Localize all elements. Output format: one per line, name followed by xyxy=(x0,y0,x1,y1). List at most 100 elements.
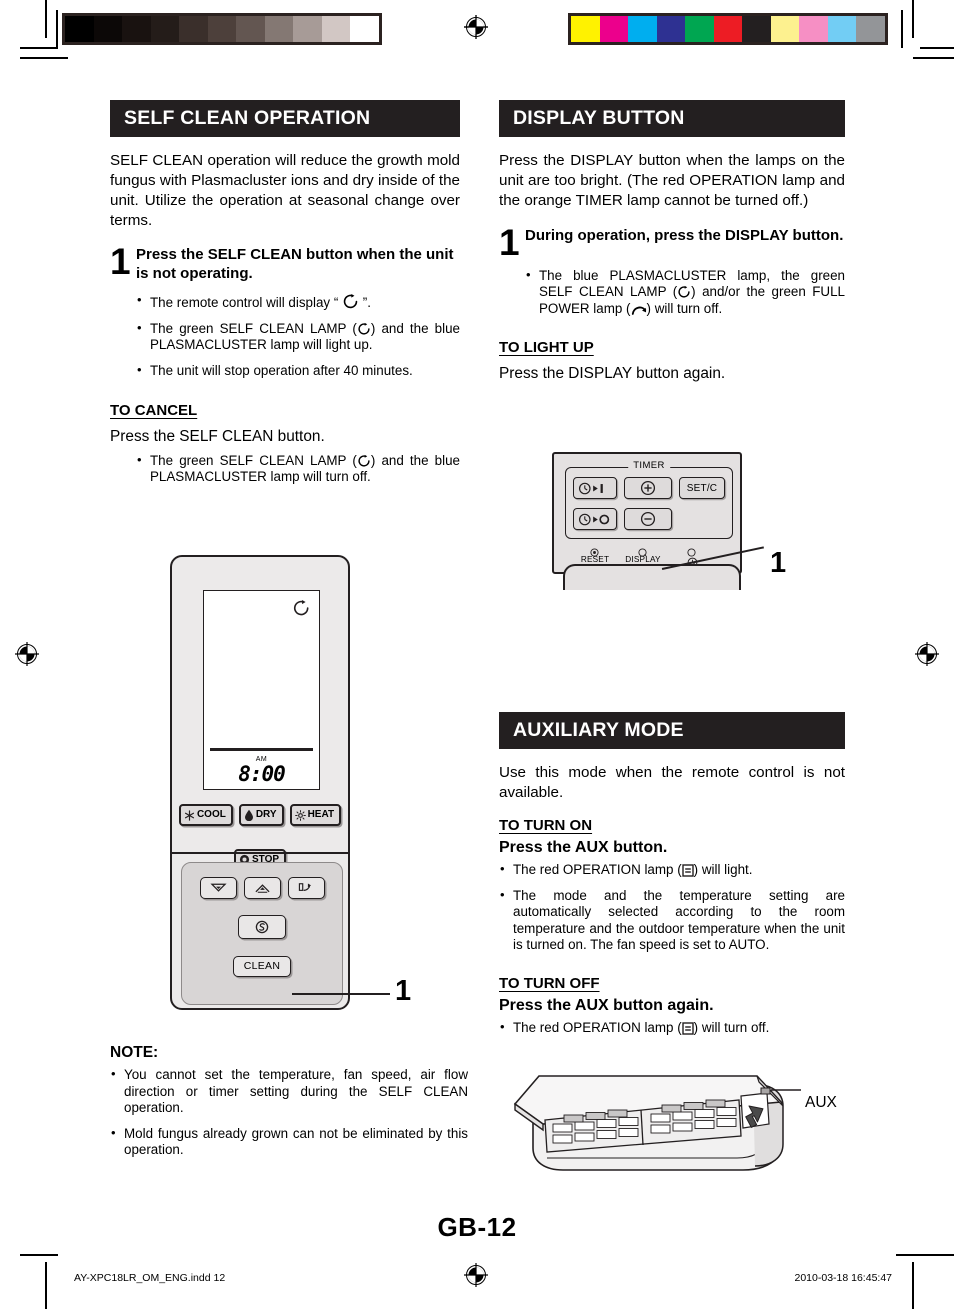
dry-button[interactable]: DRY xyxy=(238,804,284,826)
cool-button[interactable]: COOL xyxy=(178,804,233,826)
registration-mark-bottom xyxy=(463,1262,489,1288)
gray-swatch-2 xyxy=(122,16,151,42)
registration-mark-left xyxy=(14,641,40,667)
right-column-display-section: DISPLAY BUTTON Press the DISPLAY button … xyxy=(499,100,845,384)
self-clean-bullet-list: The remote control will display “ ”. The… xyxy=(136,292,460,380)
clean-button-label: CLEAN xyxy=(243,960,281,972)
bullet-green-lamp-light: The green SELF CLEAN LAMP () and the blu… xyxy=(136,320,460,354)
timer-on-icon xyxy=(578,482,603,494)
horizontal-swing-icon xyxy=(254,884,270,893)
bullet-stop-after-40-min: The unit will stop operation after 40 mi… xyxy=(136,362,460,380)
set-cancel-button[interactable]: SET/C xyxy=(679,477,725,499)
bullet-green-lamp-off: The green SELF CLEAN LAMP () and the blu… xyxy=(136,452,460,486)
airflow-arrow-icon xyxy=(298,883,311,891)
registration-mark-top xyxy=(463,14,489,40)
self-clean-refresh-icon xyxy=(357,454,371,468)
dry-button-label: DRY xyxy=(255,809,277,820)
gray-swatch-10 xyxy=(350,16,380,42)
note-item: You cannot set the temperature, fan spee… xyxy=(110,1066,468,1117)
heat-button-label: HEAT xyxy=(307,809,335,820)
crop-mark-bottom-right-vertical xyxy=(912,1262,914,1309)
auxiliary-intro-paragraph: Use this mode when the remote control is… xyxy=(499,764,845,802)
footer-file-info: AY-XPC18LR_OM_ENG.indd 12 xyxy=(74,1272,226,1284)
lcd-clock-value: 8:00 xyxy=(238,762,286,786)
operation-lamp-icon xyxy=(681,1022,694,1035)
timer-decrease-button[interactable] xyxy=(624,508,672,530)
plasmacluster-button[interactable] xyxy=(238,915,286,939)
timer-off-icon xyxy=(578,513,610,525)
aux-button-label: AUX xyxy=(805,1094,837,1111)
gray-swatch-5 xyxy=(207,16,237,42)
color-calibration-strip xyxy=(568,13,888,45)
crop-mark-bottom-right-horizontal xyxy=(896,1254,954,1256)
gray-swatch-6 xyxy=(236,16,265,42)
crop-mark-top-right-vertical xyxy=(912,0,914,38)
color-swatch-6 xyxy=(742,16,771,42)
plasmacluster-icon xyxy=(255,920,269,934)
step-number: 1 xyxy=(499,221,520,263)
self-clean-refresh-icon xyxy=(357,322,371,336)
horizontal-swing-button[interactable] xyxy=(243,877,281,899)
to-light-up-instruction: Press the DISPLAY button again. xyxy=(499,365,726,383)
plasmacluster-button-row xyxy=(182,915,342,939)
color-swatch-7 xyxy=(770,16,800,42)
cool-button-label: COOL xyxy=(196,809,226,820)
display-button-step-1: 1 During operation, press the DISPLAY bu… xyxy=(499,221,845,263)
section-header-self-clean: SELF CLEAN OPERATION xyxy=(110,100,460,138)
grayscale-calibration-strip xyxy=(62,13,382,45)
to-turn-on-instruction: Press the AUX button. xyxy=(499,838,668,856)
timer-increase-button[interactable] xyxy=(624,477,672,499)
water-drop-icon xyxy=(244,809,254,821)
note-block: NOTE: You cannot set the temperature, fa… xyxy=(110,1044,468,1168)
airflow-button-row xyxy=(182,877,342,899)
callout-number-clean: 1 xyxy=(395,975,412,1007)
bullet-remote-display: The remote control will display “ ”. xyxy=(136,292,460,312)
timer-button-group: TIMER SET/C xyxy=(565,460,733,539)
timer-on-button[interactable] xyxy=(573,477,617,499)
sun-icon xyxy=(294,809,306,821)
display-button-intro-paragraph: Press the DISPLAY button when the lamps … xyxy=(499,152,845,209)
to-cancel-heading: TO CANCEL xyxy=(110,401,198,419)
bullet-auto-mode-selection: The mode and the temperature setting are… xyxy=(499,887,845,954)
remote-panel-divider xyxy=(172,852,348,854)
timer-panel-body: TIMER SET/C RESET DISPLAY xyxy=(552,452,742,574)
crop-mark-top-right-inner-vertical xyxy=(901,10,903,48)
timer-panel-figure: TIMER SET/C RESET DISPLAY 1 xyxy=(552,452,802,590)
self-clean-refresh-icon xyxy=(677,285,691,299)
timer-panel-lower-edge xyxy=(563,564,741,590)
plus-circle-icon xyxy=(640,480,656,496)
crop-mark-top-right-horizontal xyxy=(920,47,954,49)
crop-mark-top-left-inner-horizontal xyxy=(20,57,68,59)
timer-off-button[interactable] xyxy=(573,508,617,530)
crop-mark-bottom-left-vertical xyxy=(45,1262,47,1309)
self-clean-intro-paragraph: SELF CLEAN operation will reduce the gro… xyxy=(110,152,460,229)
gray-swatch-1 xyxy=(93,16,123,42)
section-header-auxiliary-mode: AUXILIARY MODE xyxy=(499,712,845,750)
to-turn-off-instruction: Press the AUX button again. xyxy=(499,997,714,1015)
clean-button[interactable]: CLEAN xyxy=(232,956,292,977)
footer-timestamp: 2010-03-18 16:45:47 xyxy=(794,1272,893,1284)
crop-mark-top-left-inner-vertical xyxy=(56,10,58,48)
fan-direction-button[interactable] xyxy=(287,877,325,899)
step-instruction: During operation, press the DISPLAY butt… xyxy=(525,226,844,244)
color-swatch-5 xyxy=(713,16,743,42)
gray-swatch-8 xyxy=(293,16,322,42)
gray-swatch-3 xyxy=(150,16,180,42)
color-swatch-3 xyxy=(656,16,686,42)
vertical-swing-icon xyxy=(209,883,227,892)
heat-button[interactable]: HEAT xyxy=(289,804,342,826)
color-swatch-10 xyxy=(856,16,886,42)
remote-lower-panel: CLEAN xyxy=(181,862,343,1005)
to-turn-on-heading: TO TURN ON xyxy=(499,816,593,834)
set-cancel-label: SET/C xyxy=(686,482,718,494)
color-swatch-0 xyxy=(571,16,600,42)
gray-swatch-9 xyxy=(321,16,351,42)
color-swatch-2 xyxy=(628,16,657,42)
to-cancel-instruction: Press the SELF CLEAN button. xyxy=(110,427,325,445)
vertical-swing-button[interactable] xyxy=(199,877,237,899)
crop-mark-top-left-horizontal xyxy=(20,47,58,49)
clean-button-row: CLEAN xyxy=(182,956,342,977)
right-column-auxiliary-section: AUXILIARY MODE Use this mode when the re… xyxy=(499,712,845,1046)
lcd-self-clean-icon xyxy=(292,599,311,623)
note-list: You cannot set the temperature, fan spee… xyxy=(110,1066,468,1159)
